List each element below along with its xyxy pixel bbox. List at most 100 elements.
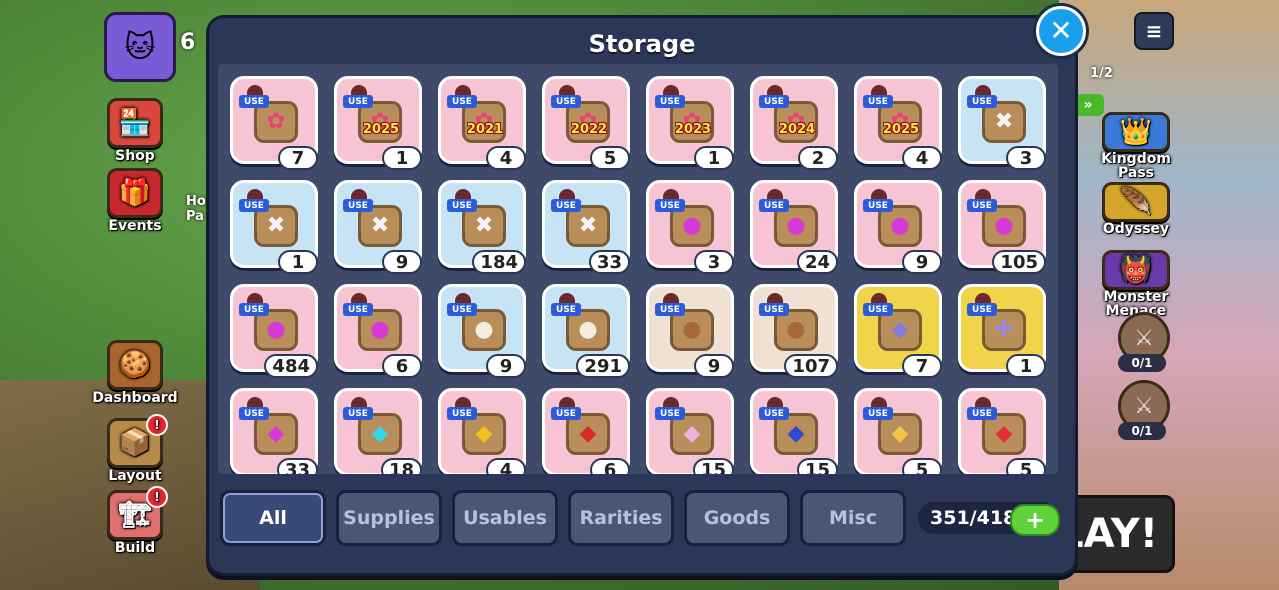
- use-tag-icon: [559, 397, 575, 407]
- item-glyph-icon: ●: [266, 317, 286, 342]
- use-button[interactable]: USE: [551, 293, 581, 316]
- storage-item[interactable]: ✿ 2024 USE 2: [750, 76, 838, 170]
- storage-item[interactable]: ● USE 6: [334, 284, 422, 378]
- use-button[interactable]: USE: [759, 293, 789, 316]
- tab-rarities[interactable]: Rarities: [568, 490, 674, 546]
- tab-goods[interactable]: Goods: [684, 490, 790, 546]
- use-button[interactable]: USE: [863, 189, 893, 212]
- storage-item[interactable]: ● USE 9: [646, 284, 734, 378]
- menu-kingdom-pass[interactable]: 👑 Kingdom Pass: [1100, 112, 1172, 180]
- use-button[interactable]: USE: [343, 189, 373, 212]
- use-button[interactable]: USE: [343, 85, 373, 108]
- item-quantity: 33: [276, 458, 318, 474]
- use-button[interactable]: USE: [551, 85, 581, 108]
- avatar[interactable]: 🐱: [104, 12, 176, 82]
- menu-monster[interactable]: 👹 Monster Menace: [1100, 250, 1172, 318]
- storage-item[interactable]: ✿ 2022 USE 5: [542, 76, 630, 170]
- storage-item[interactable]: ● USE 107: [750, 284, 838, 378]
- item-quantity: 291: [576, 354, 630, 378]
- item-quantity: 484: [264, 354, 318, 378]
- use-button[interactable]: USE: [863, 85, 893, 108]
- storage-item[interactable]: ✖ USE 184: [438, 180, 526, 274]
- tab-all[interactable]: All: [220, 490, 326, 546]
- use-button[interactable]: USE: [863, 293, 893, 316]
- use-button[interactable]: USE: [655, 189, 685, 212]
- storage-item[interactable]: ◆ USE 5: [854, 388, 942, 474]
- use-tag-icon: [663, 293, 679, 303]
- storage-item[interactable]: ● USE 484: [230, 284, 318, 378]
- storage-item[interactable]: ● USE 9: [854, 180, 942, 274]
- use-button[interactable]: USE: [655, 85, 685, 108]
- menu-events[interactable]: 🎁 Events: [107, 168, 163, 234]
- use-button[interactable]: USE: [447, 189, 477, 212]
- menu-build[interactable]: 🏗 Build !: [107, 486, 168, 556]
- use-button[interactable]: USE: [447, 293, 477, 316]
- item-glyph-icon: ✖: [370, 213, 390, 238]
- storage-item[interactable]: ● USE 105: [958, 180, 1046, 274]
- use-button[interactable]: USE: [239, 85, 269, 108]
- use-button[interactable]: USE: [655, 397, 685, 420]
- tab-supplies[interactable]: Supplies: [336, 490, 442, 546]
- use-button[interactable]: USE: [655, 293, 685, 316]
- storage-item[interactable]: ● USE 3: [646, 180, 734, 274]
- storage-item[interactable]: ● USE 9: [438, 284, 526, 378]
- use-label: USE: [343, 303, 373, 316]
- storage-item[interactable]: ◆ USE 18: [334, 388, 422, 474]
- use-button[interactable]: USE: [551, 397, 581, 420]
- storage-item[interactable]: ✿ 2025 USE 4: [854, 76, 942, 170]
- tab-misc[interactable]: Misc: [800, 490, 906, 546]
- storage-item[interactable]: ✖ USE 3: [958, 76, 1046, 170]
- storage-item[interactable]: ✖ USE 33: [542, 180, 630, 274]
- storage-item[interactable]: ✿ 2025 USE 1: [334, 76, 422, 170]
- use-button[interactable]: USE: [967, 293, 997, 316]
- item-grid-scroll[interactable]: ✿ USE 7 ✿ 2025 USE 1 ✿ 2021 USE 4 ✿ 2022…: [218, 64, 1058, 474]
- use-tag-icon: [247, 397, 263, 407]
- item-quantity: 24: [796, 250, 838, 274]
- menu-shop[interactable]: 🏪 Shop: [107, 98, 163, 164]
- storage-item[interactable]: ✿ USE 7: [230, 76, 318, 170]
- use-label: USE: [967, 199, 997, 212]
- use-button[interactable]: USE: [239, 397, 269, 420]
- storage-item[interactable]: ✖ USE 9: [334, 180, 422, 274]
- add-capacity-button[interactable]: +: [1010, 504, 1060, 536]
- storage-item[interactable]: ✚ USE 1: [958, 284, 1046, 378]
- storage-item[interactable]: ● USE 24: [750, 180, 838, 274]
- use-button[interactable]: USE: [967, 397, 997, 420]
- tab-usables[interactable]: Usables: [452, 490, 558, 546]
- use-button[interactable]: USE: [239, 293, 269, 316]
- menu-dashboard[interactable]: 🍪 Dashboard: [92, 340, 178, 406]
- storage-item[interactable]: ◆ USE 15: [750, 388, 838, 474]
- item-quantity: 107: [784, 354, 838, 378]
- item-quantity: 9: [902, 250, 942, 274]
- menu-button[interactable]: ≡: [1134, 12, 1174, 50]
- storage-item[interactable]: ◆ USE 7: [854, 284, 942, 378]
- storage-item[interactable]: ✿ 2023 USE 1: [646, 76, 734, 170]
- storage-item[interactable]: ✖ USE 1: [230, 180, 318, 274]
- use-button[interactable]: USE: [967, 85, 997, 108]
- storage-item[interactable]: ◆ USE 4: [438, 388, 526, 474]
- use-button[interactable]: USE: [551, 189, 581, 212]
- storage-item[interactable]: ◆ USE 15: [646, 388, 734, 474]
- use-button[interactable]: USE: [447, 85, 477, 108]
- use-button[interactable]: USE: [343, 293, 373, 316]
- use-tag-icon: [871, 397, 887, 407]
- storage-item[interactable]: ◆ USE 33: [230, 388, 318, 474]
- storage-item[interactable]: ◆ USE 5: [958, 388, 1046, 474]
- use-button[interactable]: USE: [759, 189, 789, 212]
- close-button[interactable]: ✕: [1036, 6, 1086, 56]
- use-button[interactable]: USE: [239, 189, 269, 212]
- use-button[interactable]: USE: [967, 189, 997, 212]
- menu-layout[interactable]: 📦 Layout !: [107, 414, 168, 484]
- storage-item[interactable]: ◆ USE 6: [542, 388, 630, 474]
- notification-badge: !: [146, 414, 168, 436]
- use-button[interactable]: USE: [863, 397, 893, 420]
- use-button[interactable]: USE: [447, 397, 477, 420]
- storage-item[interactable]: ● USE 291: [542, 284, 630, 378]
- storage-item[interactable]: ✿ 2021 USE 4: [438, 76, 526, 170]
- use-button[interactable]: USE: [759, 85, 789, 108]
- use-button[interactable]: USE: [343, 397, 373, 420]
- menu-odyssey[interactable]: 🪶 Odyssey: [1100, 182, 1172, 236]
- use-button[interactable]: USE: [759, 397, 789, 420]
- use-tag-icon: [663, 189, 679, 199]
- use-tag-icon: [559, 85, 575, 95]
